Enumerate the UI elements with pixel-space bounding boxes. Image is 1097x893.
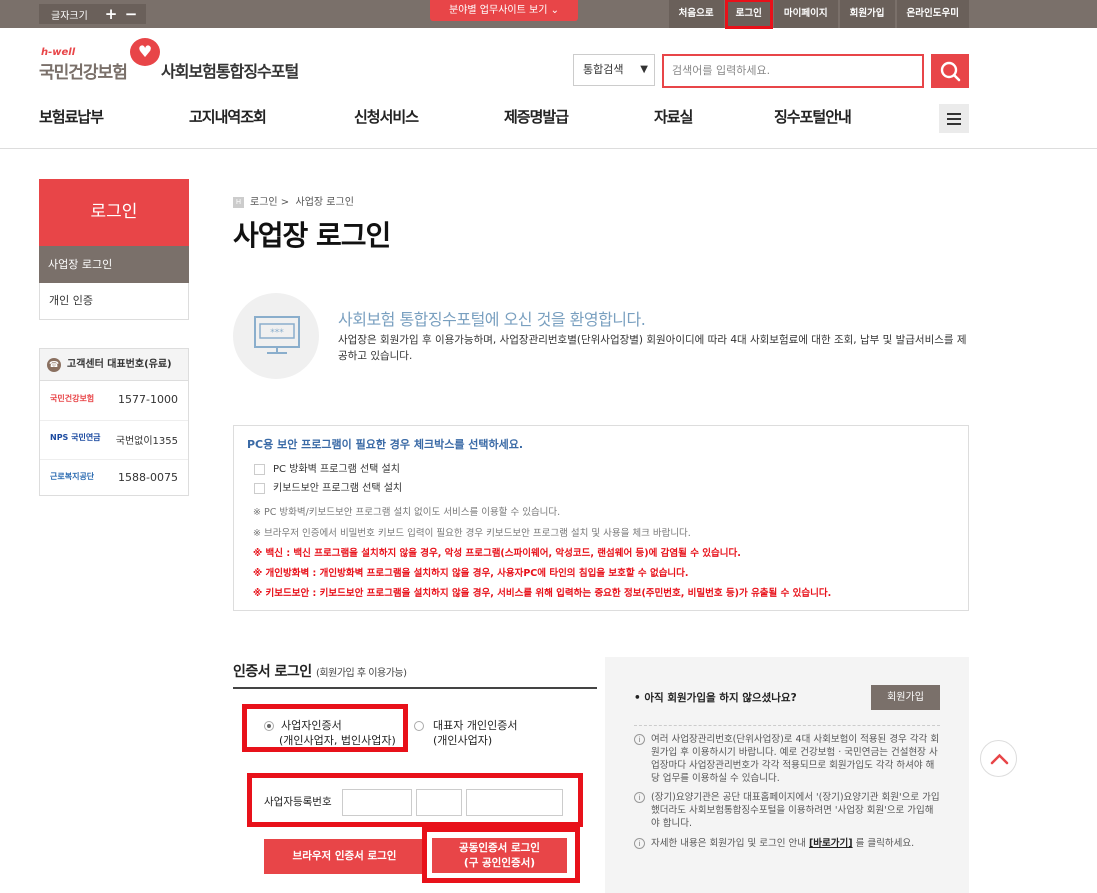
firewall-checkbox-row[interactable]: PC 방화벽 프로그램 선택 설치 [254, 460, 400, 475]
keyboard-security-checkbox[interactable] [254, 482, 265, 494]
info-icon: i [634, 792, 645, 803]
home-icon[interactable]: H [233, 196, 244, 208]
breadcrumb-current: 사업장 로그인 [295, 197, 354, 208]
keyboard-checkbox-label: 키보드보안 프로그램 선택 설치 [273, 483, 403, 494]
chevron-down-icon: ⌄ [550, 5, 559, 16]
online-help-link[interactable]: 온라인도우미 [896, 0, 969, 28]
cert-login-title: 인증서 로그인 (회원가입 후 이용가능) [233, 664, 407, 680]
breadcrumb-login[interactable]: 로그인 [250, 197, 278, 208]
security-title: PC용 보안 프로그램이 필요한 경우 체크박스를 선택하세요. [247, 438, 524, 451]
customer-center-title: ☎ 고객센터 대표번호(유료) [40, 349, 188, 381]
signup-info-panel: • 아직 회원가입을 하지 않으셨나요? 회원가입 i 여러 사업장관리번호(단… [605, 657, 969, 893]
security-note: ※ 브라우저 인증에서 비밀번호 키보드 입력이 필요한 경우 키보드보안 프로… [253, 528, 691, 539]
font-increase-button[interactable]: + [101, 4, 121, 24]
nps-logo: NPS 국민연금 [50, 433, 101, 442]
security-warning: ※ 키보드보안 : 키보드보안 프로그램을 설치하지 않을 경우, 서비스를 위… [253, 588, 832, 599]
gnb-portal-guide[interactable]: 징수포털안내 [774, 106, 852, 127]
cs-row-comwel: 근로복지공단 1588-0075 [40, 460, 188, 498]
representative-cert-radio[interactable] [414, 721, 424, 731]
lnb-title: 로그인 [39, 179, 189, 246]
info-item: i 여러 사업장관리번호(단위사업장)로 4대 사회보험이 적용된 경우 각각 … [634, 733, 940, 785]
business-cert-sublabel: (개인사업자, 법인사업자) [279, 734, 396, 747]
gnb-archive[interactable]: 자료실 [654, 106, 693, 127]
logo-org-name: 국민건강보험 [39, 63, 128, 83]
browser-cert-login-button[interactable]: 브라우저 인증서 로그인 [264, 839, 425, 874]
heart-logo-icon: ♥ [130, 38, 160, 66]
welcome-description: 사업장은 회원가입 후 이용가능하며, 사업장관리번호별(단위사업장별) 회원아… [338, 334, 967, 362]
bizno-label: 사업자등록번호 [264, 796, 332, 808]
joint-cert-login-button[interactable]: 공동인증서 로그인 (구 공인인증서) [432, 838, 567, 873]
security-program-box: PC용 보안 프로그램이 필요한 경우 체크박스를 선택하세요. PC 방화벽 … [233, 425, 969, 611]
business-cert-radio[interactable] [264, 721, 274, 731]
comwel-logo: 근로복지공단 [50, 472, 95, 481]
lnb-item-business-login[interactable]: 사업장 로그인 [39, 246, 189, 283]
menu-icon[interactable] [939, 104, 969, 133]
bizno-input-3[interactable] [466, 789, 563, 816]
firewall-checkbox[interactable] [254, 463, 265, 475]
search-icon [940, 61, 961, 82]
signup-link[interactable]: 회원가입 [839, 0, 895, 28]
nhis-logo: 국민건강보험 [50, 394, 95, 403]
svg-text:***: *** [270, 328, 284, 338]
search-scope-select[interactable]: 통합검색 ▼ [573, 54, 655, 86]
security-note: ※ PC 방화벽/키보드보안 프로그램 설치 없이도 서비스를 이용할 수 있습… [253, 507, 561, 518]
cs-row-nps: NPS 국민연금 국번없이1355 [40, 421, 188, 459]
chevron-up-icon [990, 753, 1009, 765]
nhis-number: 1577-1000 [118, 393, 178, 406]
welcome-title: 사회보험 통합징수포털에 오신 것을 환영합니다. [338, 310, 646, 329]
info-icon: i [634, 838, 645, 849]
gnb-billing-history[interactable]: 고지내역조회 [189, 106, 267, 127]
cert-login-subtitle: (회원가입 후 이용가능) [316, 668, 407, 679]
info-item: i 자세한 내용은 회원가입 및 로그인 안내 [바로가기] 를 클릭하세요. [634, 837, 940, 850]
gnb-divider [0, 148, 1097, 149]
security-warning: ※ 개인방화벽 : 개인방화벽 프로그램을 설치하지 않을 경우, 사용자PC에… [253, 568, 689, 579]
comwel-number: 1588-0075 [118, 471, 178, 484]
font-size-label: 글자크기 [51, 10, 88, 22]
security-warning: ※ 백신 : 백신 프로그램을 설치하지 않을 경우, 악성 프로그램(스파이웨… [253, 548, 741, 559]
monitor-icon: *** [233, 293, 319, 379]
cs-row-nhis: 국민건강보험 1577-1000 [40, 382, 188, 420]
mypage-link[interactable]: 마이페이지 [773, 0, 838, 28]
representative-cert-sublabel: (개인사업자) [433, 734, 493, 747]
info-icon: i [634, 734, 645, 745]
portal-name: 사회보험통합징수포털 [161, 62, 299, 81]
representative-cert-label: 대표자 개인인증서 [433, 719, 518, 732]
gnb-application-service[interactable]: 신청서비스 [354, 106, 419, 127]
cert-divider [233, 687, 597, 689]
login-link[interactable]: 로그인 [724, 0, 773, 29]
lnb-item-personal-auth[interactable]: 개인 인증 [39, 283, 189, 320]
info-item: i (장기)요양기관은 공단 대표홈페이지에서 '(장기)요양기관 회원'으로 … [634, 791, 940, 830]
bizno-input-2[interactable] [416, 789, 462, 816]
chevron-down-icon: ▼ [640, 64, 648, 75]
site-logo[interactable]: h-well 국민건강보험 ♥ 사회보험통합징수포털 [39, 36, 339, 84]
logo-hwell: h-well [41, 47, 76, 58]
gnb-premium-payment[interactable]: 보험료납부 [39, 106, 104, 127]
scroll-top-button[interactable] [980, 740, 1017, 777]
business-sites-button[interactable]: 분야별 업무사이트 보기 ⌄ [430, 0, 578, 21]
panel-divider [634, 725, 940, 726]
keyboard-checkbox-row[interactable]: 키보드보안 프로그램 선택 설치 [254, 479, 402, 494]
signup-button[interactable]: 회원가입 [871, 685, 940, 710]
page-title: 사업장 로그인 [233, 219, 391, 252]
bizno-input-1[interactable] [342, 789, 412, 816]
top-links: 처음으로 로그인 마이페이지 회원가입 온라인도우미 [667, 0, 969, 29]
business-cert-label: 사업자인증서 [281, 719, 342, 732]
guide-shortcut-link[interactable]: [바로가기] [809, 838, 853, 849]
firewall-checkbox-label: PC 방화벽 프로그램 선택 설치 [273, 464, 400, 475]
main-navigation: 보험료납부 고지내역조회 신청서비스 제증명발급 자료실 징수포털안내 [39, 106, 969, 128]
search-input[interactable]: 검색어를 입력하세요. [662, 54, 924, 88]
phone-icon: ☎ [47, 358, 61, 372]
nps-number: 국번없이1355 [115, 436, 178, 447]
home-link[interactable]: 처음으로 [668, 0, 724, 28]
signup-question: • 아직 회원가입을 하지 않으셨나요? [634, 692, 797, 704]
search-button[interactable] [931, 54, 969, 88]
breadcrumb: H 로그인 > 사업장 로그인 [233, 193, 354, 208]
gnb-certificate-issue[interactable]: 제증명발급 [504, 106, 569, 127]
font-size-control: 글자크기 + − [39, 4, 146, 24]
customer-center-box: ☎ 고객센터 대표번호(유료) 국민건강보험 1577-1000 NPS 국민연… [39, 348, 189, 496]
font-decrease-button[interactable]: − [121, 4, 141, 24]
